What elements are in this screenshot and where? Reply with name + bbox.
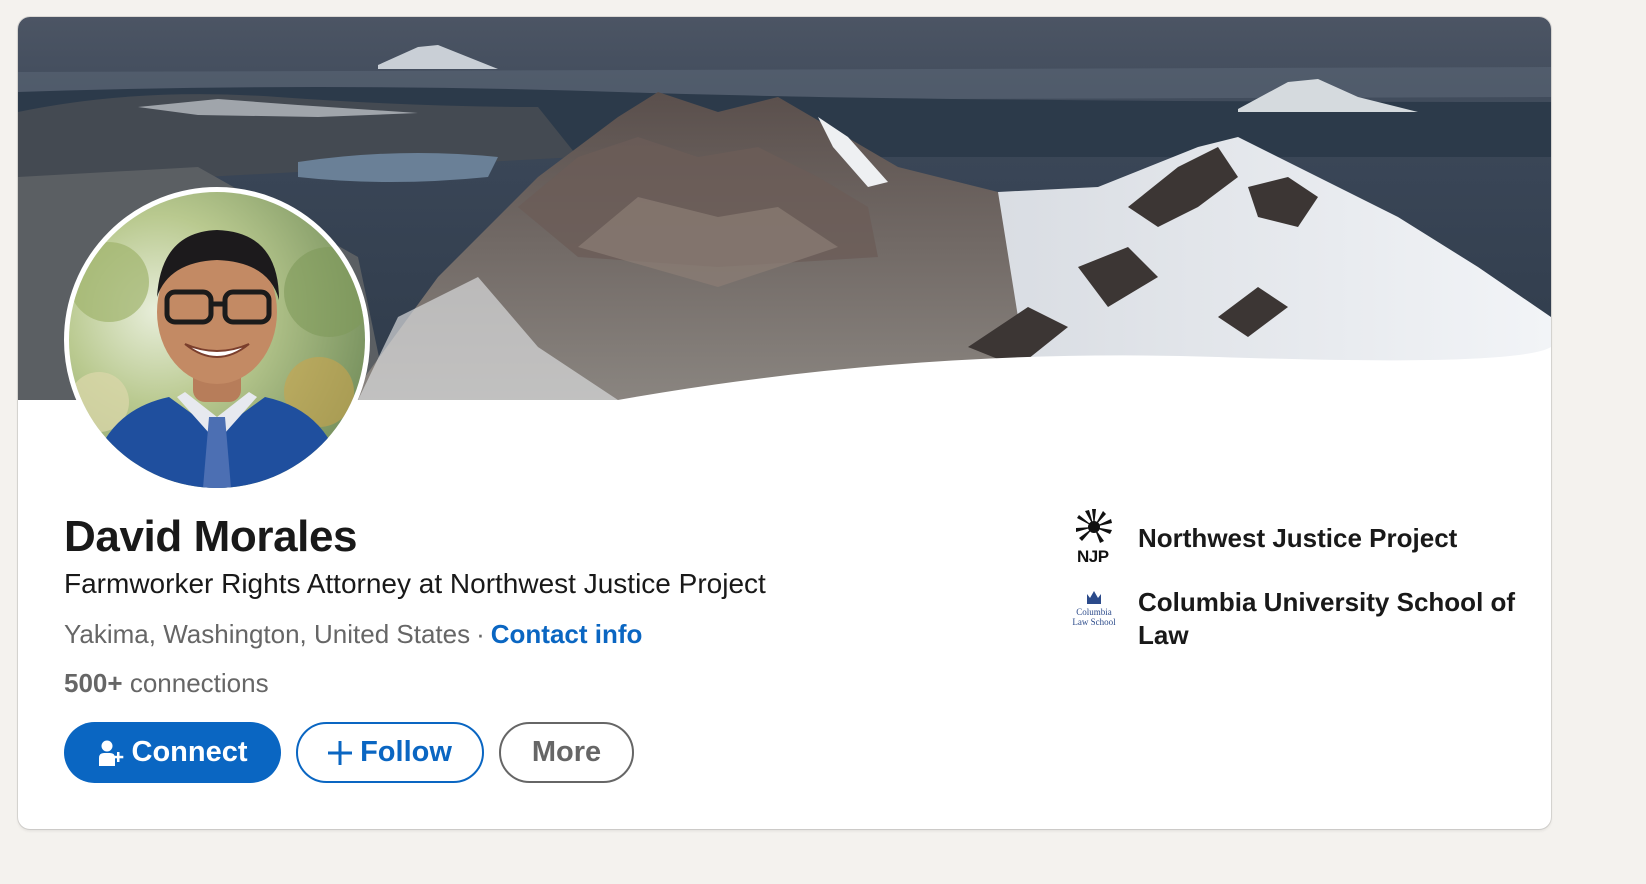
connections-count[interactable]: 500+ connections — [64, 666, 269, 700]
separator-dot: · — [476, 619, 485, 649]
njp-logo-text: NJP — [1077, 547, 1109, 566]
columbia-law-logo: Columbia Law School — [1068, 586, 1120, 644]
connect-button[interactable]: Connect — [64, 722, 281, 783]
profile-name: David Morales — [64, 512, 358, 561]
profile-card: David Morales Farmworker Rights Attorney… — [18, 17, 1551, 829]
connections-label: connections — [129, 668, 269, 698]
columbia-law-logo-text: Columbia Law School — [1072, 607, 1116, 627]
plus-icon — [328, 740, 353, 765]
connections-number: 500+ — [64, 668, 123, 698]
org-name: Northwest Justice Project — [1138, 523, 1458, 553]
connect-label: Connect — [131, 736, 248, 768]
follow-label: Follow — [360, 736, 452, 768]
more-label: More — [531, 736, 602, 768]
profile-headline: Farmworker Rights Attorney at Northwest … — [64, 568, 766, 599]
more-button[interactable]: More — [499, 722, 634, 783]
njp-logo: NJP — [1068, 507, 1120, 566]
follow-button[interactable]: Follow — [296, 722, 484, 783]
profile-photo[interactable] — [64, 187, 370, 493]
add-person-icon — [98, 739, 124, 767]
contact-info-link[interactable]: Contact info — [491, 619, 643, 649]
location-row: Yakima, Washington, United States · Contac… — [64, 617, 642, 651]
org-name: Columbia University School of Law — [1138, 587, 1516, 650]
profile-location: Yakima, Washington, United States — [64, 619, 471, 649]
